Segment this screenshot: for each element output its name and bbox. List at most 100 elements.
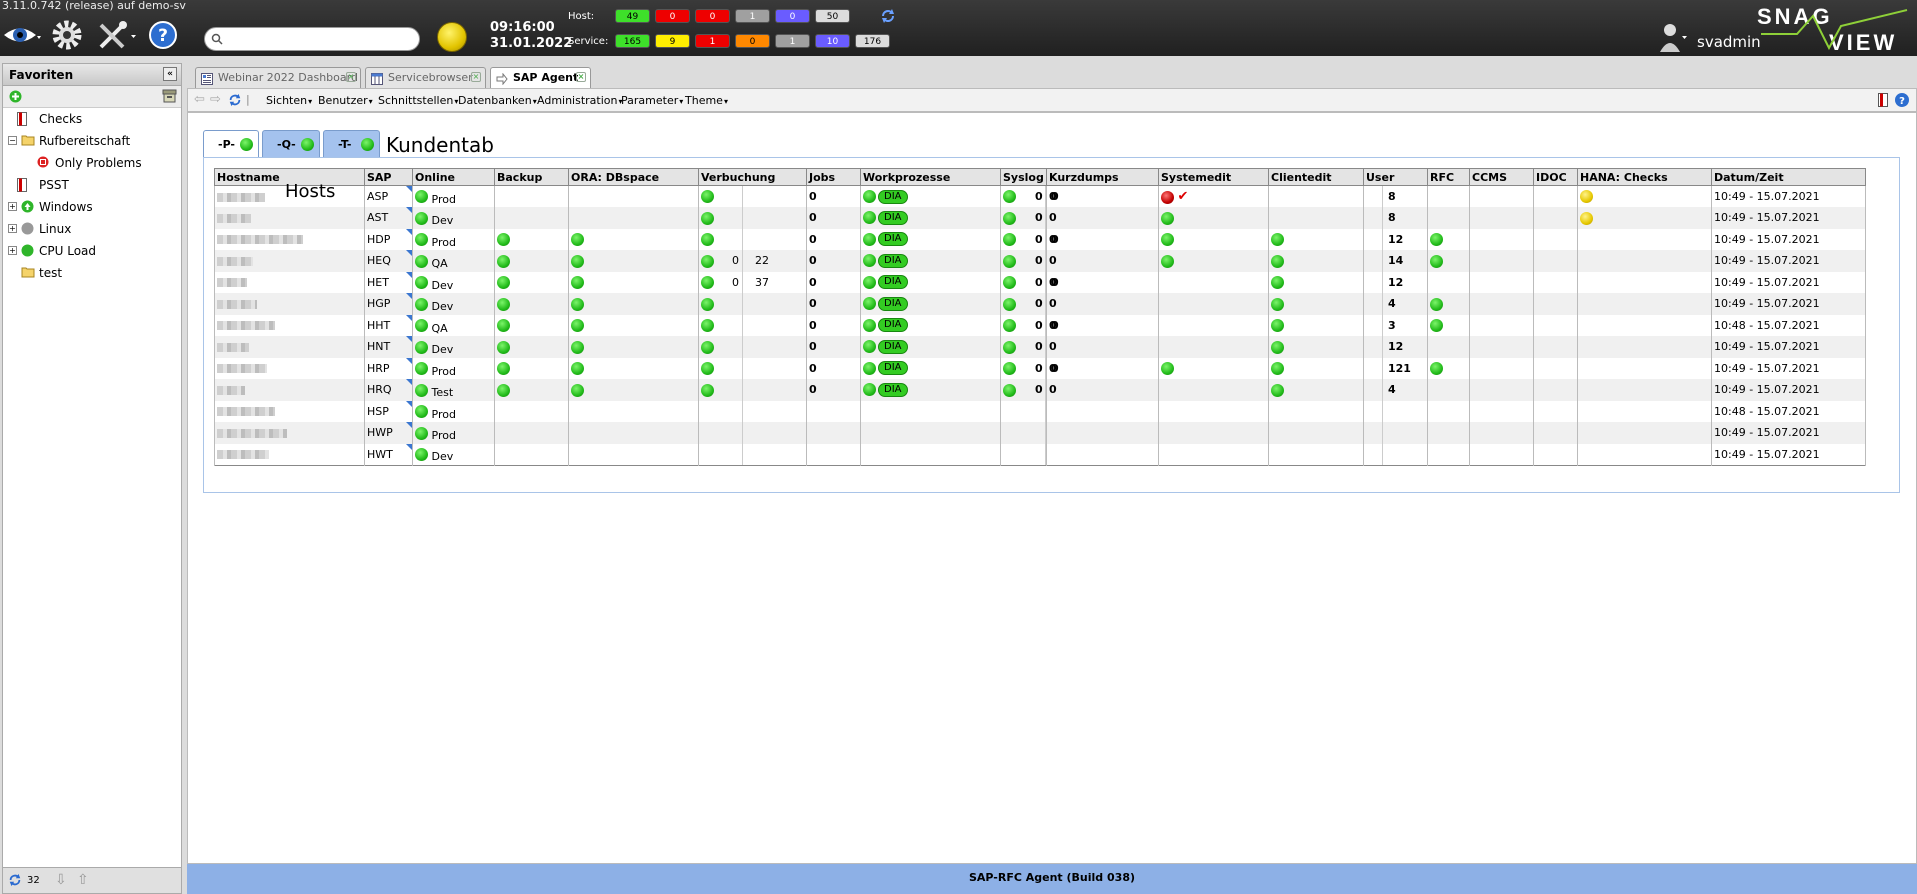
table-row[interactable]: HSP Prod 10:48 - 15.07.2021 — [214, 400, 1866, 422]
column-header-verbuchung[interactable]: Verbuchung — [698, 168, 807, 186]
forward-icon[interactable]: ⇨ — [210, 92, 221, 107]
eye-icon[interactable] — [2, 18, 42, 52]
tab-servicebrowser[interactable]: Servicebrowser × — [365, 67, 486, 88]
column-header-online[interactable]: Online — [412, 168, 495, 186]
archive-icon[interactable] — [162, 89, 177, 106]
expand-node-icon[interactable]: + — [8, 224, 17, 233]
back-icon[interactable]: ⇦ — [194, 92, 205, 107]
sap-sid: HWP — [367, 426, 393, 440]
subtab-t[interactable]: -T- — [323, 130, 380, 158]
global-status-icon[interactable] — [437, 22, 467, 52]
sidebar-item-cpu-load[interactable]: + CPU Load — [3, 240, 181, 262]
host-counter[interactable]: 0 — [655, 9, 690, 23]
close-tab-icon[interactable]: × — [471, 72, 481, 82]
bookmark-icon[interactable] — [1878, 93, 1888, 110]
host-counter[interactable]: 50 — [815, 9, 850, 23]
column-header-ora-dbspace[interactable]: ORA: DBspace — [568, 168, 699, 186]
column-header-hana-checks[interactable]: HANA: Checks — [1577, 168, 1712, 186]
table-row[interactable]: HET Dev 0 37 0 DIA 0 0 0 12 10:49 - 15.07.2021 — [214, 271, 1866, 293]
reload-icon[interactable] — [228, 93, 242, 110]
add-favorite-icon[interactable] — [9, 90, 22, 106]
sidebar-item-rufbereitschaft[interactable]: − Rufbereitschaft — [3, 130, 181, 152]
service-counter[interactable]: 165 — [615, 34, 650, 48]
column-header-jobs[interactable]: Jobs — [806, 168, 861, 186]
close-tab-icon[interactable]: × — [576, 72, 586, 82]
column-header-sap[interactable]: SAP — [364, 168, 413, 186]
table-row[interactable]: HRP Prod 0 DIA 0 0 0 121 10:49 - 15.07.2021 — [214, 357, 1866, 379]
column-header-backup[interactable]: Backup — [494, 168, 569, 186]
table-row[interactable]: HDP Prod 0 DIA 0 0 0 12 10:49 - 15.07.2021 — [214, 228, 1866, 250]
service-counter[interactable]: 0 — [735, 34, 770, 48]
help-icon[interactable]: ? — [1894, 92, 1910, 111]
table-row[interactable]: HWT Dev 10:49 - 15.07.2021 — [214, 443, 1866, 465]
search-input[interactable] — [225, 32, 415, 44]
service-counter[interactable]: 10 — [815, 34, 850, 48]
table-row[interactable]: HEQ QA0220DIA0001410:49 - 15.07.2021 — [214, 250, 1866, 272]
menu-label: Datenbanken — [458, 94, 532, 107]
host-counter[interactable]: 0 — [775, 9, 810, 23]
service-counter[interactable]: 1 — [695, 34, 730, 48]
table-row[interactable]: HHT QA 0 DIA 0 0 0 3 10:48 - 15.07.2021 — [214, 314, 1866, 336]
refresh-icon[interactable] — [880, 8, 896, 27]
sidebar-item-linux[interactable]: + Linux — [3, 218, 181, 240]
clock-time: 09:16:00 — [490, 20, 555, 35]
cell-workprozesse — [860, 422, 1001, 444]
sidebar-item-checks[interactable]: Checks — [3, 108, 181, 130]
host-counter[interactable]: 1 — [735, 9, 770, 23]
column-header-systemedit[interactable]: Systemedit — [1158, 168, 1269, 186]
collapse-icon[interactable]: « — [163, 67, 177, 81]
service-counter[interactable]: 1 — [775, 34, 810, 48]
cell-workprozesse: DIA — [860, 357, 1001, 379]
table-row[interactable]: AST Dev0DIA000810:49 - 15.07.2021 — [214, 207, 1866, 229]
close-tab-icon[interactable]: × — [346, 72, 356, 82]
table-row[interactable]: HNT Dev0DIA0001210:49 - 15.07.2021 — [214, 336, 1866, 358]
sidebar-item-windows[interactable]: + Windows — [3, 196, 181, 218]
column-header-syslog[interactable]: Syslog — [1000, 168, 1047, 186]
menu-benutzer[interactable]: Benutzer▾ — [318, 94, 373, 107]
column-header-datum-zeit[interactable]: Datum/Zeit — [1711, 168, 1866, 186]
service-counter[interactable]: 176 — [855, 34, 890, 48]
tab-webinar-dashboard[interactable]: Webinar 2022 Dashboard × — [195, 67, 361, 88]
subtab-p[interactable]: -P- — [203, 130, 259, 158]
refresh-icon[interactable] — [8, 873, 22, 890]
table-row[interactable]: HRQ Test0DIA000410:49 - 15.07.2021 — [214, 379, 1866, 401]
column-header-workprozesse[interactable]: Workprozesse — [860, 168, 1001, 186]
column-header-idoc[interactable]: IDOC — [1533, 168, 1578, 186]
column-header-kurzdumps[interactable]: Kurzdumps — [1046, 168, 1159, 186]
menu-administration[interactable]: Administration▾ — [537, 94, 623, 107]
sidebar-item-only-problems[interactable]: Only Problems — [3, 152, 181, 174]
jobs-count: 0 — [809, 383, 817, 397]
menu-theme[interactable]: Theme▾ — [685, 94, 728, 107]
subtab-q[interactable]: -Q- — [262, 130, 320, 158]
dia-badge: DIA — [878, 382, 908, 397]
arrow-up-icon[interactable]: ⇧ — [77, 872, 89, 888]
service-counter[interactable]: 9 — [655, 34, 690, 48]
cell-clientedit — [1268, 228, 1364, 250]
arrow-down-icon[interactable]: ⇩ — [55, 872, 67, 888]
host-counter[interactable]: 49 — [615, 9, 650, 23]
cell-workprozesse: DIA — [860, 379, 1001, 401]
search-box[interactable] — [204, 27, 420, 51]
menu-parameter[interactable]: Parameter▾ — [621, 94, 683, 107]
host-counter[interactable]: 0 — [695, 9, 730, 23]
table-row[interactable]: ASP Prod 0 DIA 0 0 0 ✔ 8 10:49 - 15.07.2021 — [214, 185, 1866, 207]
column-header-user[interactable]: User — [1363, 168, 1428, 186]
column-header-ccms[interactable]: CCMS — [1469, 168, 1534, 186]
tools-icon[interactable] — [96, 18, 138, 52]
menu-sichten[interactable]: Sichten▾ — [266, 94, 312, 107]
menu-schnittstellen[interactable]: Schnittstellen▾ — [378, 94, 458, 107]
gear-icon[interactable] — [48, 18, 86, 52]
expand-node-icon[interactable]: + — [8, 246, 17, 255]
sidebar-item-test[interactable]: test — [3, 262, 181, 284]
collapse-node-icon[interactable]: − — [8, 136, 17, 145]
table-row[interactable]: HGP Dev0DIA000410:49 - 15.07.2021 — [214, 293, 1866, 315]
column-header-clientedit[interactable]: Clientedit — [1268, 168, 1364, 186]
help-icon[interactable]: ? — [148, 18, 178, 52]
column-header-rfc[interactable]: RFC — [1427, 168, 1470, 186]
menu-datenbanken[interactable]: Datenbanken▾ — [458, 94, 537, 107]
table-row[interactable]: HWP Prod 10:49 - 15.07.2021 — [214, 422, 1866, 444]
expand-node-icon[interactable]: + — [8, 202, 17, 211]
tab-sap-agent[interactable]: SAP Agent × — [490, 67, 591, 89]
sidebar-item-psst[interactable]: PSST — [3, 174, 181, 196]
cell-verbuchung: 0 22 — [698, 250, 807, 272]
